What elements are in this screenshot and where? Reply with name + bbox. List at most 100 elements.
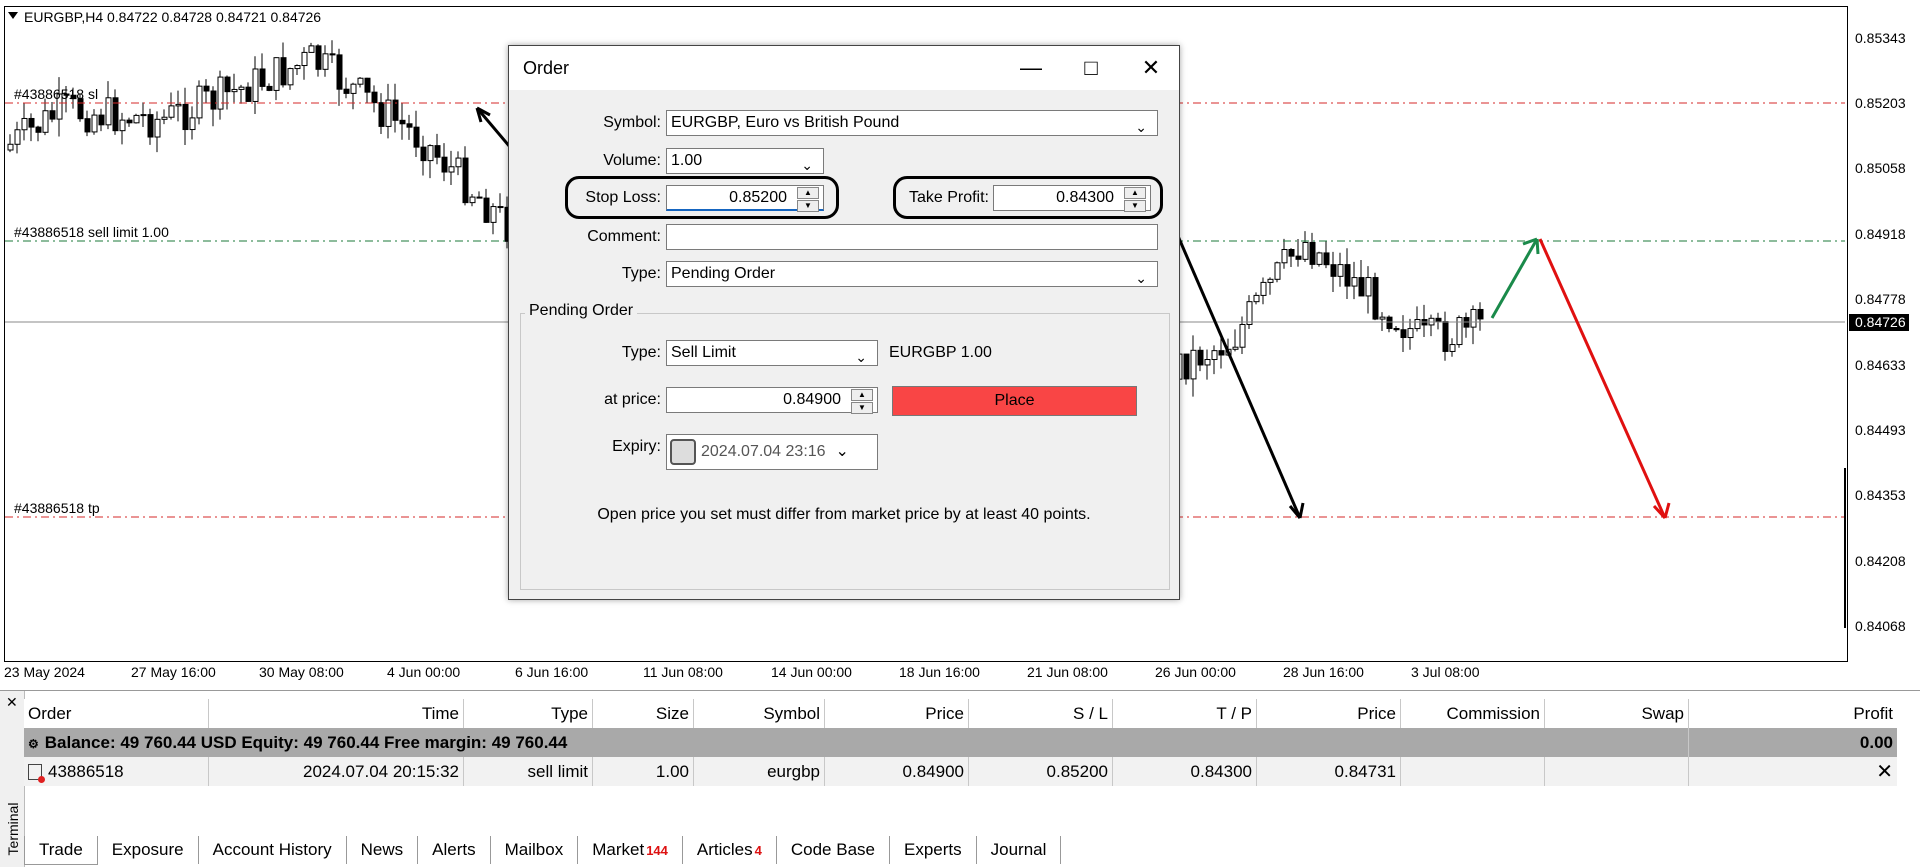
candle-body bbox=[252, 68, 259, 102]
at-price-spinner[interactable]: ▲ ▼ bbox=[851, 389, 873, 414]
col-header[interactable]: S / L bbox=[968, 699, 1113, 728]
candle-body bbox=[231, 88, 238, 93]
col-header[interactable]: Type bbox=[463, 699, 593, 728]
candle-body bbox=[119, 119, 126, 132]
time-tick: 23 May 2024 bbox=[4, 664, 85, 680]
minimize-icon[interactable]: — bbox=[1001, 46, 1061, 90]
place-button[interactable]: Place bbox=[892, 386, 1137, 416]
chevron-down-icon: ⌄ bbox=[1135, 119, 1147, 135]
chevron-down-icon: ⌄ bbox=[835, 443, 849, 460]
tab-label: Exposure bbox=[111, 840, 184, 859]
tab-exposure[interactable]: Exposure bbox=[98, 836, 199, 864]
candle-body bbox=[245, 86, 252, 102]
candle-body bbox=[399, 119, 406, 125]
candle-body bbox=[7, 143, 14, 151]
price-tick: 0.84208 bbox=[1855, 553, 1906, 569]
candle-body bbox=[385, 99, 392, 127]
table-row[interactable]: 43886518 2024.07.04 20:15:32 sell limit … bbox=[24, 757, 1897, 786]
terminal-sidebar: ✕ Terminal bbox=[0, 691, 25, 867]
price-tick: 0.85203 bbox=[1855, 95, 1906, 111]
pending-type-select[interactable]: Sell Limit ⌄ bbox=[666, 340, 878, 366]
close-order-icon[interactable]: ✕ bbox=[1876, 761, 1893, 783]
tab-journal[interactable]: Journal bbox=[977, 836, 1062, 864]
at-price-input[interactable]: 0.84900 ▲ ▼ bbox=[666, 387, 878, 414]
candle-body bbox=[434, 145, 441, 158]
candle-body bbox=[476, 196, 483, 199]
tab-trade[interactable]: Trade bbox=[24, 836, 98, 865]
candle-body bbox=[1309, 241, 1316, 265]
stoploss-spinner[interactable]: ▲ ▼ bbox=[797, 187, 819, 212]
volume-marker bbox=[1844, 468, 1846, 628]
col-header[interactable]: Profit bbox=[1688, 699, 1897, 728]
tab-account-history[interactable]: Account History bbox=[199, 836, 347, 864]
col-header[interactable]: Size bbox=[592, 699, 694, 728]
type-value: Pending Order bbox=[671, 265, 776, 282]
terminal-panel[interactable]: ✕ Terminal Order Time Type Size Symbol P… bbox=[0, 690, 1920, 867]
col-header[interactable]: Price bbox=[824, 699, 969, 728]
candle-body bbox=[175, 103, 182, 107]
maximize-icon[interactable]: □ bbox=[1061, 46, 1121, 90]
tab-articles[interactable]: Articles 4 bbox=[683, 836, 777, 864]
candle-body bbox=[406, 123, 413, 128]
volume-value: 1.00 bbox=[671, 152, 703, 169]
candle-body bbox=[1260, 281, 1267, 296]
tab-market[interactable]: Market 144 bbox=[578, 836, 683, 864]
col-header[interactable]: Order bbox=[24, 699, 209, 728]
candle-body bbox=[497, 206, 504, 209]
time-tick: 21 Jun 08:00 bbox=[1027, 664, 1108, 680]
volume-label: Volume: bbox=[603, 152, 661, 169]
order-time: 2024.07.04 20:15:32 bbox=[208, 757, 464, 786]
comment-input[interactable] bbox=[666, 224, 1158, 250]
takeprofit-value: 0.84300 bbox=[1056, 189, 1114, 206]
tab-mailbox[interactable]: Mailbox bbox=[491, 836, 579, 864]
orders-table[interactable]: Order Time Type Size Symbol Price S / L … bbox=[24, 699, 1897, 786]
takeprofit-input[interactable]: 0.84300 ▲ ▼ bbox=[993, 185, 1151, 212]
candle-body bbox=[1190, 349, 1197, 380]
close-icon[interactable]: ✕ bbox=[6, 694, 18, 711]
tab-experts[interactable]: Experts bbox=[890, 836, 977, 864]
col-header[interactable]: Swap bbox=[1544, 699, 1689, 728]
candle-body bbox=[126, 119, 133, 124]
candle-body bbox=[35, 126, 42, 133]
candle-body bbox=[371, 91, 378, 104]
volume-select[interactable]: 1.00 ⌄ bbox=[666, 148, 824, 174]
dialog-titlebar[interactable]: Order — □ ✕ bbox=[509, 46, 1179, 90]
price-tick: 0.84918 bbox=[1855, 226, 1906, 242]
time-tick: 6 Jun 16:00 bbox=[515, 664, 588, 680]
col-header[interactable]: Commission bbox=[1400, 699, 1545, 728]
col-header[interactable]: Time bbox=[208, 699, 464, 728]
chart-menu-icon bbox=[8, 12, 18, 19]
candle-body bbox=[1302, 241, 1309, 260]
candle-body bbox=[154, 118, 161, 138]
takeprofit-label: Take Profit: bbox=[908, 189, 989, 206]
tab-code-base[interactable]: Code Base bbox=[777, 836, 890, 864]
type-select[interactable]: Pending Order ⌄ bbox=[666, 261, 1158, 287]
candle-body bbox=[196, 85, 203, 119]
candle-body bbox=[273, 57, 280, 91]
tab-alerts[interactable]: Alerts bbox=[418, 836, 491, 864]
col-header[interactable]: Price bbox=[1256, 699, 1401, 728]
takeprofit-spinner[interactable]: ▲ ▼ bbox=[1124, 187, 1146, 212]
balance-row[interactable]: ⚙ Balance: 49 760.44 USD Equity: 49 760.4… bbox=[24, 728, 1897, 757]
expiry-input[interactable]: 2024.07.04 23:16 ⌄ bbox=[666, 434, 878, 470]
col-header[interactable]: T / P bbox=[1112, 699, 1257, 728]
tab-label: Articles bbox=[696, 840, 753, 859]
order-dialog[interactable]: Order — □ ✕ Symbol: EURGBP, Euro vs Brit… bbox=[508, 45, 1180, 600]
symbol-select[interactable]: EURGBP, Euro vs British Pound ⌄ bbox=[666, 110, 1158, 136]
col-header[interactable]: Symbol bbox=[693, 699, 825, 728]
terminal-tabs: Trade Exposure Account History News Aler… bbox=[24, 836, 1062, 865]
price-tick: 0.84353 bbox=[1855, 487, 1906, 503]
price-tick: 0.85058 bbox=[1855, 160, 1906, 176]
candle-body bbox=[1337, 264, 1344, 277]
stoploss-label: Stop Loss: bbox=[585, 189, 661, 206]
tab-count: 144 bbox=[646, 843, 668, 858]
expiry-checkbox[interactable] bbox=[670, 439, 696, 465]
tab-news[interactable]: News bbox=[347, 836, 419, 864]
candle-body bbox=[322, 53, 329, 70]
candle-body bbox=[343, 88, 350, 94]
close-icon[interactable]: ✕ bbox=[1121, 46, 1181, 90]
candle-body bbox=[1470, 308, 1477, 328]
pending-type-label: Type: bbox=[621, 344, 661, 361]
candle-body bbox=[91, 114, 98, 133]
stoploss-input[interactable]: 0.85200 ▲ ▼ bbox=[666, 185, 824, 212]
